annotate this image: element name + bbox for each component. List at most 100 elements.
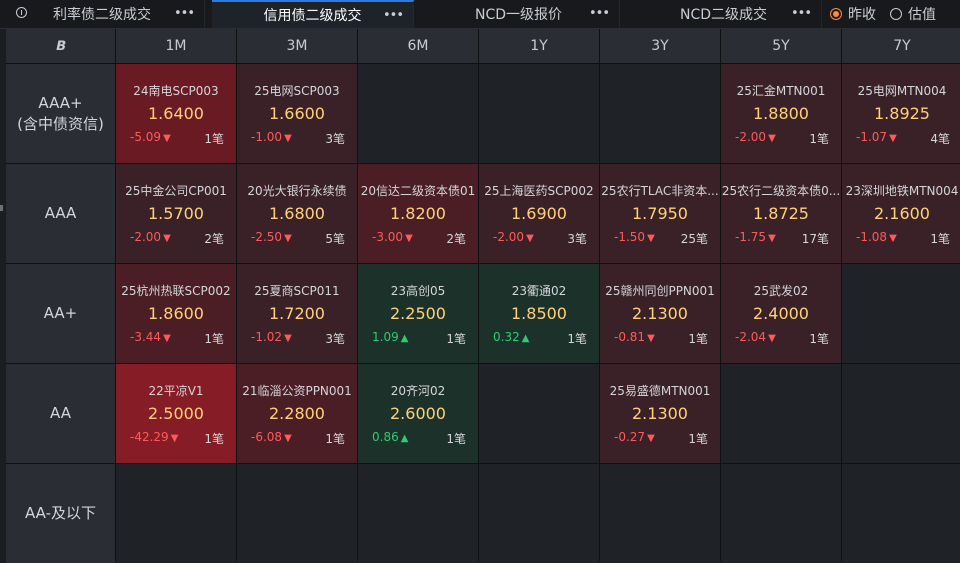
row-header: AAA+ (含中债资信): [6, 64, 115, 163]
yield-change-value: -1.08: [856, 230, 888, 244]
bond-name: 25易盛德MTN001: [609, 384, 711, 398]
bond-yield: 2.1300: [632, 404, 688, 423]
resize-handle[interactable]: [0, 205, 3, 211]
yield-change: -1.08 ▼: [856, 230, 897, 244]
bond-cell[interactable]: 25中金公司CP001 1.5700 -2.00 ▼ 2笔: [116, 164, 236, 263]
yield-change-value: -2.00: [493, 230, 525, 244]
triangle-down-icon: ▼: [647, 333, 655, 344]
yield-change-value: -1.50: [614, 230, 646, 244]
triangle-up-icon: ▲: [521, 333, 530, 344]
bond-cell[interactable]: 24南电SCP003 1.6400 -5.09 ▼ 1笔: [116, 64, 236, 163]
tab-label: 利率债二级成交: [53, 7, 151, 23]
row-header: AA-及以下: [6, 464, 115, 563]
yield-change-value: -6.08: [251, 430, 283, 444]
tab-ncd-primary[interactable]: NCD一级报价 •••: [418, 0, 620, 28]
bond-cell[interactable]: 25赣州同创PPN001 2.1300 -0.81 ▼ 1笔: [600, 264, 720, 363]
yield-change: -0.27 ▼: [614, 430, 655, 444]
bond-name: 25中金公司CP001: [125, 184, 227, 198]
bond-cell[interactable]: 22平凉V1 2.5000 -42.29 ▼ 1笔: [116, 364, 236, 463]
bond-yield: 2.1600: [874, 204, 930, 223]
bond-name: 25电网MTN004: [857, 84, 947, 98]
triangle-down-icon: ▼: [526, 233, 534, 244]
yield-change: -5.09 ▼: [130, 130, 171, 144]
bond-cell[interactable]: 25农行二级资本债0... 1.8725 -1.75 ▼ 17笔: [721, 164, 841, 263]
bond-cell[interactable]: 25武发02 2.4000 -2.04 ▼ 1笔: [721, 264, 841, 363]
yield-change-value: -3.44: [130, 330, 162, 344]
bond-cell[interactable]: 25电网SCP003 1.6600 -1.00 ▼ 3笔: [237, 64, 357, 163]
bond-cell[interactable]: 23衢通02 1.8500 0.32 ▲ 1笔: [479, 264, 599, 363]
more-icon[interactable]: •••: [589, 6, 610, 21]
column-header-1M[interactable]: 1M: [116, 29, 236, 63]
radio-checked-icon[interactable]: [830, 8, 842, 20]
bond-cell[interactable]: 25农行TLAC非资本... 1.7950 -1.50 ▼ 25笔: [600, 164, 720, 263]
radio-label: 估值: [908, 7, 936, 23]
row-header-label: AAA: [44, 204, 77, 222]
column-header-6M[interactable]: 6M: [358, 29, 478, 63]
bond-yield: 2.6000: [390, 404, 446, 423]
radio-unchecked-icon[interactable]: [890, 8, 902, 20]
bond-cell[interactable]: 25上海医药SCP002 1.6900 -2.00 ▼ 3笔: [479, 164, 599, 263]
bond-cell[interactable]: 20信达二级资本债01 1.8200 -3.00 ▼ 2笔: [358, 164, 478, 263]
triangle-down-icon: ▼: [170, 433, 179, 444]
trade-count: 1笔: [930, 232, 950, 246]
yield-change-value: -2.04: [735, 330, 767, 344]
column-header-3M[interactable]: 3M: [237, 29, 357, 63]
bond-cell[interactable]: 25易盛德MTN001 2.1300 -0.27 ▼ 1笔: [600, 364, 720, 463]
radio-prev-close[interactable]: 昨收: [830, 0, 876, 28]
yield-change-value: -2.00: [130, 230, 162, 244]
yield-change: -1.07 ▼: [856, 130, 897, 144]
triangle-down-icon: ▼: [284, 433, 292, 444]
yield-change-value: -42.29: [130, 430, 169, 444]
trade-count: 25笔: [680, 232, 708, 246]
bond-yield: 1.6600: [269, 104, 325, 123]
yield-change-value: -5.09: [130, 130, 162, 144]
more-icon[interactable]: •••: [174, 6, 195, 21]
row-header-label: AA-及以下: [24, 504, 97, 522]
more-icon[interactable]: •••: [383, 8, 404, 23]
yield-change: -42.29 ▼: [130, 430, 178, 444]
bond-yield: 2.4000: [753, 304, 809, 323]
tab-bar: 利率债二级成交 ••• 信用债二级成交 ••• NCD一级报价 ••• NCD二…: [0, 0, 960, 29]
tab-ncd-secondary[interactable]: NCD二级成交 •••: [626, 0, 822, 28]
bond-yield: 2.1300: [632, 304, 688, 323]
bond-cell[interactable]: 23高创05 2.2500 1.09 ▲ 1笔: [358, 264, 478, 363]
bond-cell[interactable]: 25电网MTN004 1.8925 -1.07 ▼ 4笔: [842, 64, 960, 163]
info-icon[interactable]: [16, 7, 27, 18]
column-header-5Y[interactable]: 5Y: [721, 29, 841, 63]
bond-cell[interactable]: 20光大银行永续债 1.6800 -2.50 ▼ 5笔: [237, 164, 357, 263]
column-header-1Y[interactable]: 1Y: [479, 29, 599, 63]
radio-valuation[interactable]: 估值: [890, 0, 936, 28]
row-header: AA: [6, 364, 115, 463]
triangle-down-icon: ▼: [889, 133, 897, 144]
trade-count: 1笔: [688, 432, 708, 446]
empty-cell: [479, 64, 599, 163]
trade-count: 1笔: [204, 332, 224, 346]
tab-rate-bond[interactable]: 利率债二级成交 •••: [0, 0, 205, 28]
empty-cell: [237, 464, 357, 563]
bond-cell[interactable]: 21临淄公资PPN001 2.2800 -6.08 ▼ 1笔: [237, 364, 357, 463]
trade-count: 1笔: [809, 132, 829, 146]
trade-count: 1笔: [204, 432, 224, 446]
empty-cell: [358, 64, 478, 163]
triangle-down-icon: ▼: [768, 333, 776, 344]
column-header-7Y[interactable]: 7Y: [842, 29, 960, 63]
bond-yield: 1.6900: [511, 204, 567, 223]
bond-cell[interactable]: 25杭州热联SCP002 1.8600 -3.44 ▼ 1笔: [116, 264, 236, 363]
column-header-3Y[interactable]: 3Y: [600, 29, 720, 63]
triangle-down-icon: ▼: [163, 133, 171, 144]
triangle-down-icon: ▼: [647, 233, 655, 244]
bond-cell[interactable]: 20齐河02 2.6000 0.86 ▲ 1笔: [358, 364, 478, 463]
bond-yield: 1.8725: [753, 204, 809, 223]
triangle-down-icon: ▼: [647, 433, 655, 444]
more-icon[interactable]: •••: [791, 6, 812, 21]
bond-cell[interactable]: 25汇金MTN001 1.8800 -2.00 ▼ 1笔: [721, 64, 841, 163]
row-header-label: AAA+: [38, 93, 83, 112]
empty-cell: [600, 464, 720, 563]
empty-cell: [842, 464, 960, 563]
tab-credit-bond[interactable]: 信用债二级成交 •••: [212, 0, 414, 28]
bond-cell[interactable]: 23深圳地铁MTN004 2.1600 -1.08 ▼ 1笔: [842, 164, 960, 263]
bond-yield: 2.2500: [390, 304, 446, 323]
yield-change: -2.00 ▼: [493, 230, 534, 244]
bond-cell[interactable]: 25夏商SCP011 1.7200 -1.02 ▼ 3笔: [237, 264, 357, 363]
triangle-down-icon: ▼: [163, 333, 171, 344]
